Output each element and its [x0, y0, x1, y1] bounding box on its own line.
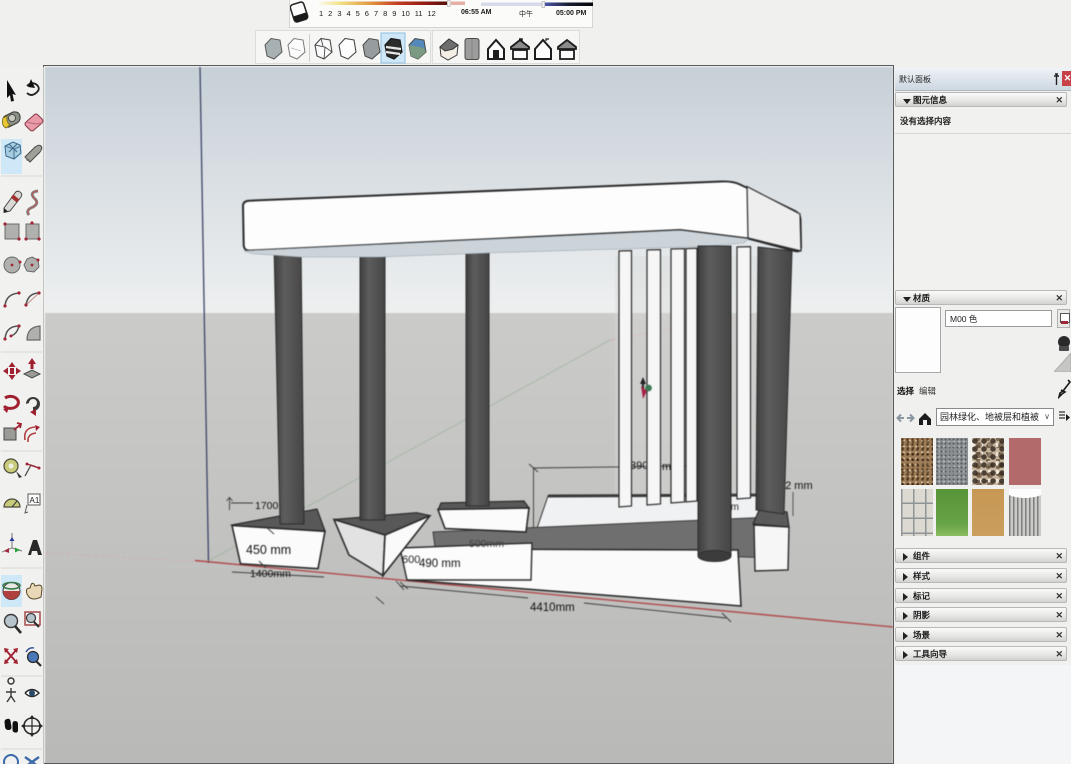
svg-text:A1: A1 — [30, 496, 40, 505]
